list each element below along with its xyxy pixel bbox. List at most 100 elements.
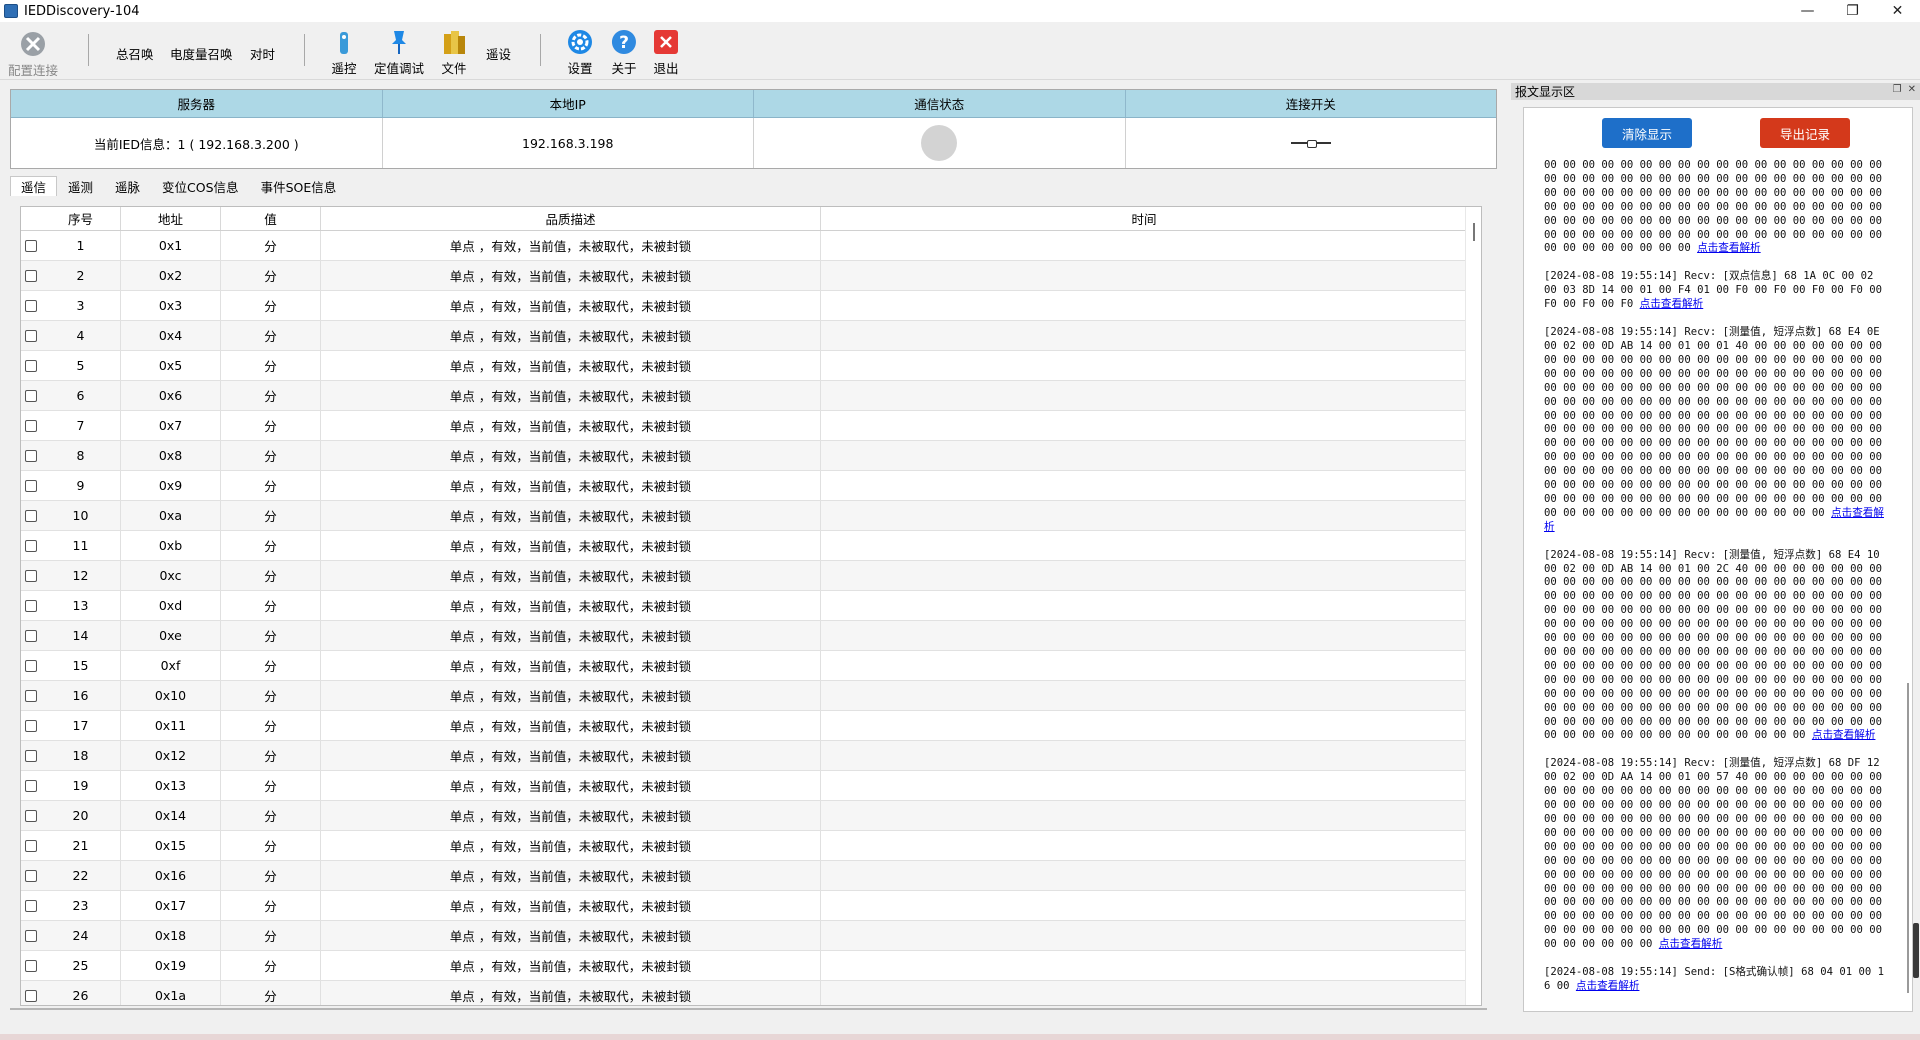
row-checkbox[interactable]	[25, 779, 37, 792]
table-row[interactable]: 1 0x1 分单点 ，有效，当前值，未被取代，未被封锁	[21, 231, 1481, 261]
panel-resize-handle[interactable]	[1913, 923, 1919, 978]
connection-switch-cell[interactable]	[1126, 118, 1497, 168]
row-checkbox-cell	[21, 231, 41, 260]
log-scrollbar[interactable]	[1904, 163, 1912, 993]
table-row[interactable]: 10 0xa 分单点 ，有效，当前值，未被取代，未被封锁	[21, 501, 1481, 531]
table-row[interactable]: 12 0xc 分单点 ，有效，当前值，未被取代，未被封锁	[21, 561, 1481, 591]
tab-yaomai[interactable]: 遥脉	[104, 176, 151, 196]
view-parse-link[interactable]: 点击查看解析	[1659, 938, 1723, 950]
gear-icon	[566, 28, 594, 56]
energy-call-button[interactable]: 电度量召唤	[170, 44, 233, 63]
row-checkbox[interactable]	[25, 509, 37, 522]
float-icon[interactable]: ❐	[1893, 84, 1902, 95]
log-scrollbar-thumb[interactable]	[1907, 683, 1909, 993]
tab-soe[interactable]: 事件SOE信息	[250, 176, 348, 196]
view-parse-link[interactable]: 点击查看解析	[1697, 242, 1761, 254]
row-checkbox[interactable]	[25, 329, 37, 342]
settings-button[interactable]: 设置	[566, 28, 594, 77]
table-row[interactable]: 21 0x15 分单点 ，有效，当前值，未被取代，未被封锁	[21, 831, 1481, 861]
scrollbar-thumb[interactable]	[1473, 223, 1475, 241]
row-checkbox[interactable]	[25, 839, 37, 852]
row-checkbox[interactable]	[25, 629, 37, 642]
row-index: 19	[41, 771, 121, 800]
file-icon	[440, 28, 468, 56]
close-button[interactable]: ✕	[1875, 0, 1920, 22]
tab-yaoxin[interactable]: 遥信	[10, 176, 58, 196]
row-value: 分	[221, 591, 321, 620]
row-checkbox[interactable]	[25, 749, 37, 762]
row-checkbox[interactable]	[25, 899, 37, 912]
horizontal-scrollbar[interactable]	[10, 1008, 1487, 1010]
file-button[interactable]: 文件	[440, 28, 468, 77]
row-index: 5	[41, 351, 121, 380]
row-checkbox[interactable]	[25, 989, 37, 1002]
general-call-button[interactable]: 总召唤	[116, 44, 154, 63]
table-row[interactable]: 26 0x1a 分单点 ，有效，当前值，未被取代，未被封锁	[21, 981, 1481, 1005]
row-checkbox[interactable]	[25, 569, 37, 582]
row-checkbox[interactable]	[25, 689, 37, 702]
row-checkbox[interactable]	[25, 479, 37, 492]
tab-cos[interactable]: 变位COS信息	[151, 176, 250, 196]
table-row[interactable]: 22 0x16 分单点 ，有效，当前值，未被取代，未被封锁	[21, 861, 1481, 891]
table-row[interactable]: 19 0x13 分单点 ，有效，当前值，未被取代，未被封锁	[21, 771, 1481, 801]
row-checkbox[interactable]	[25, 449, 37, 462]
table-row[interactable]: 5 0x5 分单点 ，有效，当前值，未被取代，未被封锁	[21, 351, 1481, 381]
setting-debug-button[interactable]: 定值调试	[374, 28, 424, 77]
table-row[interactable]: 9 0x9 分单点 ，有效，当前值，未被取代，未被封锁	[21, 471, 1481, 501]
table-row[interactable]: 6 0x6 分单点 ，有效，当前值，未被取代，未被封锁	[21, 381, 1481, 411]
row-address: 0x14	[121, 801, 221, 830]
row-checkbox[interactable]	[25, 659, 37, 672]
row-checkbox[interactable]	[25, 359, 37, 372]
panel-close-icon[interactable]: ✕	[1908, 84, 1916, 95]
table-row[interactable]: 20 0x14 分单点 ，有效，当前值，未被取代，未被封锁	[21, 801, 1481, 831]
table-row[interactable]: 14 0xe 分单点 ，有效，当前值，未被取代，未被封锁	[21, 621, 1481, 651]
table-row[interactable]: 24 0x18 分单点 ，有效，当前值，未被取代，未被封锁	[21, 921, 1481, 951]
table-row[interactable]: 18 0x12 分单点 ，有效，当前值，未被取代，未被封锁	[21, 741, 1481, 771]
view-parse-link[interactable]: 点击查看解析	[1640, 298, 1704, 310]
remote-adjust-button[interactable]: 遥设	[486, 44, 511, 63]
minimize-button[interactable]: —	[1785, 0, 1830, 22]
row-checkbox[interactable]	[25, 869, 37, 882]
table-row[interactable]: 16 0x10 分单点 ，有效，当前值，未被取代，未被封锁	[21, 681, 1481, 711]
table-row[interactable]: 17 0x11 分单点 ，有效，当前值，未被取代，未被封锁	[21, 711, 1481, 741]
row-checkbox[interactable]	[25, 269, 37, 282]
table-row[interactable]: 3 0x3 分单点 ，有效，当前值，未被取代，未被封锁	[21, 291, 1481, 321]
tab-yaoce[interactable]: 遥测	[57, 176, 104, 196]
row-checkbox[interactable]	[25, 719, 37, 732]
view-parse-link[interactable]: 点击查看解析	[1812, 729, 1876, 741]
row-checkbox[interactable]	[25, 539, 37, 552]
row-checkbox[interactable]	[25, 809, 37, 822]
panel-body: 清除显示 导出记录 00 00 00 00 00 00 00 00 00 00 …	[1523, 107, 1913, 1012]
table-row[interactable]: 4 0x4 分单点 ，有效，当前值，未被取代，未被封锁	[21, 321, 1481, 351]
row-checkbox[interactable]	[25, 959, 37, 972]
row-checkbox[interactable]	[25, 389, 37, 402]
row-checkbox[interactable]	[25, 599, 37, 612]
clear-display-button[interactable]: 清除显示	[1602, 118, 1692, 148]
table-row[interactable]: 13 0xd 分单点 ，有效，当前值，未被取代，未被封锁	[21, 591, 1481, 621]
remote-control-button[interactable]: 遥控	[330, 28, 358, 77]
row-checkbox-cell	[21, 501, 41, 530]
table-row[interactable]: 2 0x2 分单点 ，有效，当前值，未被取代，未被封锁	[21, 261, 1481, 291]
time-sync-button[interactable]: 对时	[250, 44, 275, 63]
table-row[interactable]: 25 0x19 分单点 ，有效，当前值，未被取代，未被封锁	[21, 951, 1481, 981]
row-checkbox[interactable]	[25, 419, 37, 432]
view-parse-link[interactable]: 点击查看解析	[1576, 980, 1640, 992]
row-value: 分	[221, 321, 321, 350]
row-index: 24	[41, 921, 121, 950]
table-row[interactable]: 15 0xf 分单点 ，有效，当前值，未被取代，未被封锁	[21, 651, 1481, 681]
table-row[interactable]: 7 0x7 分单点 ，有效，当前值，未被取代，未被封锁	[21, 411, 1481, 441]
row-address: 0x15	[121, 831, 221, 860]
export-record-button[interactable]: 导出记录	[1760, 118, 1850, 148]
exit-button[interactable]: 退出	[652, 28, 680, 77]
about-button[interactable]: ? 关于	[610, 28, 638, 77]
row-checkbox[interactable]	[25, 299, 37, 312]
connect-config-button[interactable]: 配置连接	[8, 30, 58, 79]
row-checkbox[interactable]	[25, 929, 37, 942]
table-scrollbar[interactable]	[1465, 207, 1481, 1005]
restore-button[interactable]: ❐	[1830, 0, 1875, 22]
row-checkbox[interactable]	[25, 239, 37, 252]
table-row[interactable]: 11 0xb 分单点 ，有效，当前值，未被取代，未被封锁	[21, 531, 1481, 561]
table-row[interactable]: 23 0x17 分单点 ，有效，当前值，未被取代，未被封锁	[21, 891, 1481, 921]
table-row[interactable]: 8 0x8 分单点 ，有效，当前值，未被取代，未被封锁	[21, 441, 1481, 471]
switch-icon[interactable]	[1290, 140, 1331, 148]
